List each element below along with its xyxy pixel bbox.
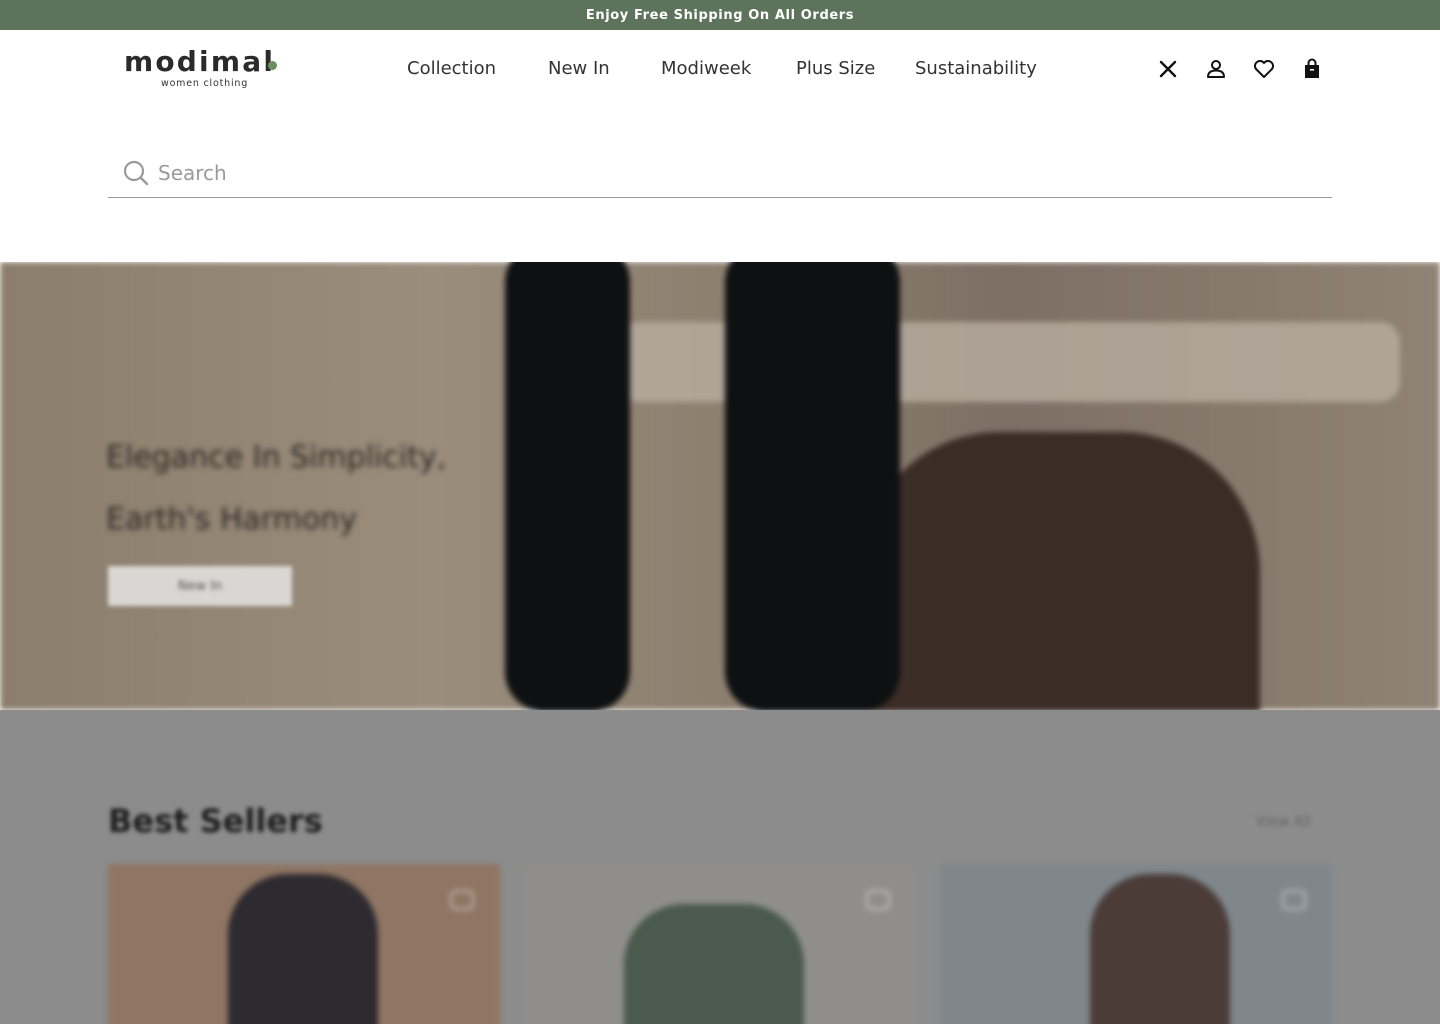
hero-title-line1: Elegance In Simplicity, xyxy=(106,440,447,475)
product-card xyxy=(524,864,916,1024)
brand-name: modimal xyxy=(124,45,276,78)
product-card xyxy=(940,864,1332,1024)
close-icon[interactable] xyxy=(1155,56,1181,82)
brand-leaf-icon xyxy=(268,61,277,70)
announcement-bar: Enjoy Free Shipping On All Orders xyxy=(0,0,1440,30)
brand-tagline: women clothing xyxy=(161,78,249,89)
nav-item-sustainability[interactable]: Sustainability xyxy=(915,58,1037,79)
site-header: modimal women clothing Collection New In… xyxy=(0,30,1440,262)
search-icon[interactable] xyxy=(122,159,150,187)
nav-item-modiweek[interactable]: Modiweek xyxy=(661,58,751,79)
hero-shop-button: New In xyxy=(108,566,292,606)
hero-title-line2: Earth's Harmony xyxy=(106,502,357,537)
heart-icon[interactable] xyxy=(1251,56,1277,82)
heart-icon xyxy=(450,890,474,910)
announcement-text: Enjoy Free Shipping On All Orders xyxy=(585,7,855,23)
hero-title: Elegance In Simplicity, Earth's Harmony xyxy=(106,427,526,551)
heart-icon xyxy=(866,890,890,910)
product-image-figure xyxy=(624,904,804,1024)
heart-icon xyxy=(1282,890,1306,910)
search-input[interactable] xyxy=(158,152,1308,193)
nav-item-plus-size[interactable]: Plus Size xyxy=(796,58,875,79)
hero-figure-right xyxy=(725,262,900,712)
search-bar xyxy=(108,148,1332,198)
hero-fireplace-shape xyxy=(860,432,1260,712)
product-image-figure xyxy=(1090,874,1230,1024)
best-sellers-section: Best Sellers View All xyxy=(0,710,1440,1024)
user-icon[interactable] xyxy=(1203,56,1229,82)
page-backdrop-overlay: Elegance In Simplicity, Earth's Harmony … xyxy=(0,262,1440,1024)
best-sellers-title: Best Sellers xyxy=(108,802,323,840)
shopping-bag-icon[interactable] xyxy=(1299,56,1325,82)
product-image-figure xyxy=(228,874,378,1024)
nav-item-new-in[interactable]: New In xyxy=(548,58,610,79)
product-card xyxy=(108,864,500,1024)
best-sellers-view-all: View All xyxy=(1256,814,1312,830)
brand-logo[interactable]: modimal women clothing xyxy=(124,46,284,94)
nav-item-collection[interactable]: Collection xyxy=(407,58,496,79)
